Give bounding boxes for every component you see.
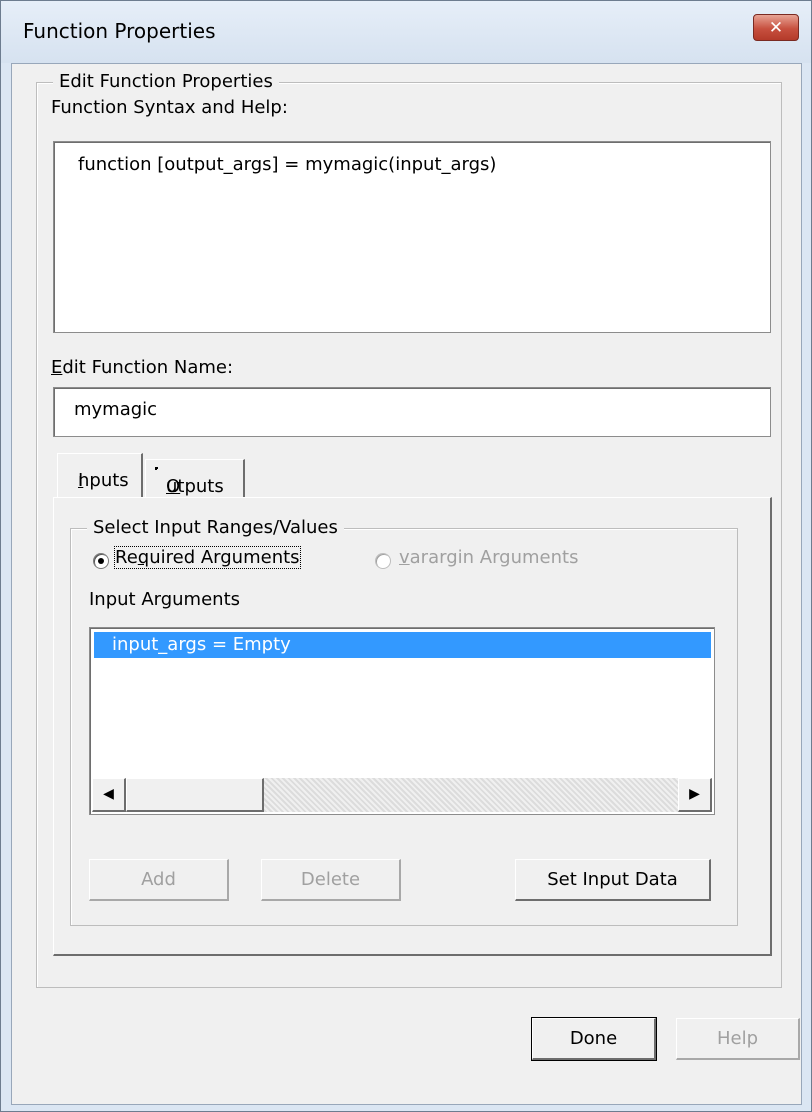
edit-group-legend: Edit Function Properties	[53, 71, 279, 92]
radio-checked-dot	[98, 558, 104, 564]
title-bar[interactable]: Function Properties ✕	[1, 1, 811, 63]
function-properties-dialog: Function Properties ✕ Edit Function Prop…	[0, 0, 812, 1112]
add-button[interactable]: Add	[89, 859, 229, 901]
input-arguments-listbox[interactable]: input_args = Empty ◀ ▶	[89, 627, 715, 815]
inputs-tab-panel: Select Input Ranges/Values Required Argu…	[53, 497, 772, 956]
function-name-value: mymagic	[74, 399, 158, 420]
varargin-arguments-radio[interactable]	[375, 553, 391, 569]
horizontal-scrollbar[interactable]: ◀ ▶	[92, 778, 712, 812]
input-group-legend: Select Input Ranges/Values	[87, 517, 344, 538]
scroll-right-button[interactable]: ▶	[678, 778, 712, 812]
function-name-input[interactable]: mymagic	[53, 387, 771, 437]
syntax-label: Function Syntax and Help:	[51, 97, 288, 118]
window-title: Function Properties	[23, 19, 216, 43]
tab-inputs[interactable]: Inputs	[57, 453, 143, 497]
scroll-left-icon: ◀	[103, 786, 114, 802]
tab-outputs[interactable]: Outputs	[145, 459, 245, 497]
help-button[interactable]: Help	[676, 1018, 800, 1060]
close-button[interactable]: ✕	[753, 14, 799, 41]
done-button[interactable]: Done	[531, 1017, 657, 1061]
syntax-text: function [output_args] = mymagic(input_a…	[78, 154, 497, 175]
scroll-left-button[interactable]: ◀	[92, 778, 126, 812]
close-icon: ✕	[768, 18, 784, 38]
edit-function-properties-group: Edit Function Properties Function Syntax…	[36, 71, 782, 988]
required-arguments-label[interactable]: Required Arguments	[114, 546, 301, 569]
required-arguments-radio[interactable]	[93, 553, 109, 569]
list-item[interactable]: input_args = Empty	[94, 632, 711, 658]
select-input-ranges-group: Select Input Ranges/Values Required Argu…	[70, 517, 738, 926]
varargin-arguments-label[interactable]: varargin Arguments	[399, 547, 578, 568]
scrollbar-thumb[interactable]	[126, 778, 264, 812]
input-arguments-label: Input Arguments	[89, 589, 241, 610]
function-name-label: Edit Function Name:	[51, 357, 234, 378]
delete-button[interactable]: Delete	[261, 859, 401, 901]
syntax-help-textarea[interactable]: function [output_args] = mymagic(input_a…	[53, 141, 771, 333]
scroll-right-icon: ▶	[689, 786, 700, 802]
set-input-data-button[interactable]: Set Input Data	[515, 859, 711, 901]
dialog-body: Edit Function Properties Function Syntax…	[11, 63, 802, 1105]
